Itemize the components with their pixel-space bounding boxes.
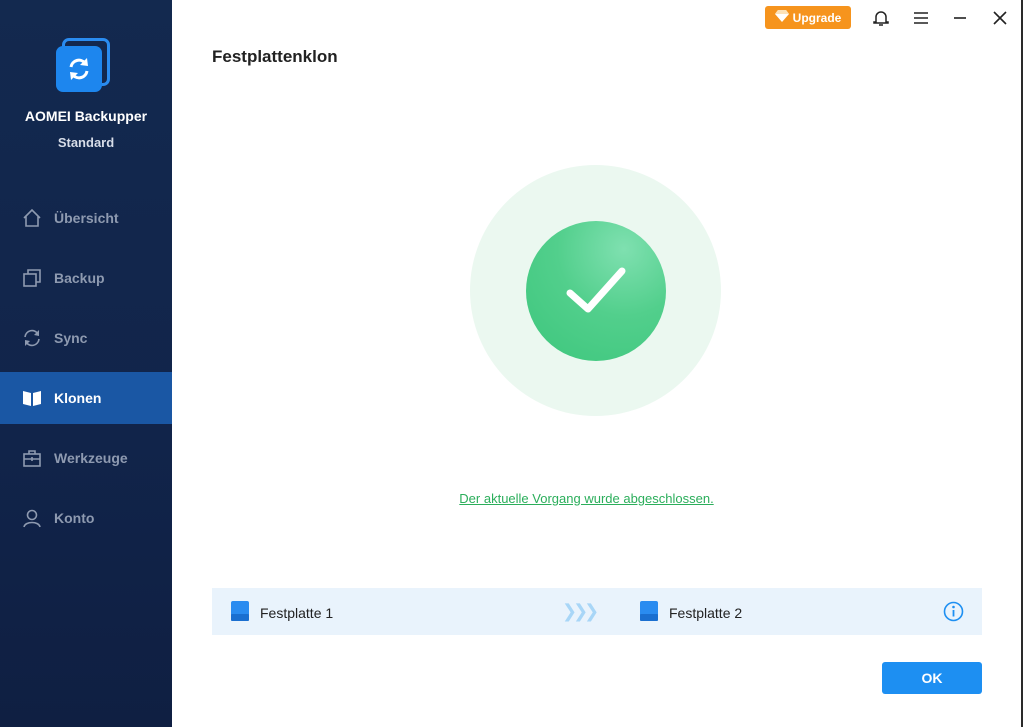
sidebar-item-label: Klonen [54, 390, 102, 406]
page-title: Festplattenklon [212, 47, 338, 66]
sync-icon [22, 328, 42, 348]
backup-icon [22, 268, 42, 288]
disk-summary-bar: Festplatte 1 ❯❯❯ Festplatte 2 [212, 588, 982, 635]
ok-button[interactable]: OK [882, 662, 982, 694]
home-icon [22, 208, 42, 228]
notification-bell-icon[interactable] [870, 7, 892, 29]
sidebar-item-backup[interactable]: Backup [0, 252, 172, 304]
sidebar-item-werkzeuge[interactable]: Werkzeuge [0, 432, 172, 484]
sidebar-item-label: Werkzeuge [54, 450, 128, 466]
status-message-link[interactable]: Der aktuelle Vorgang wurde abgeschlossen… [0, 491, 1023, 506]
upgrade-label: Upgrade [792, 10, 842, 25]
info-icon[interactable] [943, 601, 964, 627]
hard-disk-icon [230, 600, 250, 625]
sidebar-item-sync[interactable]: Sync [0, 312, 172, 364]
source-disk: Festplatte 1 [230, 600, 333, 625]
menu-icon[interactable] [910, 7, 932, 29]
target-disk-label: Festplatte 2 [669, 604, 743, 621]
target-disk: Festplatte 2 [639, 600, 742, 625]
user-icon [22, 508, 42, 528]
success-check-icon [526, 221, 666, 361]
sidebar-item-klonen[interactable]: Klonen [0, 372, 172, 424]
upgrade-button[interactable]: Upgrade [765, 6, 851, 29]
arrow-right-icon: ❯❯❯ [562, 601, 599, 621]
diamond-icon [774, 10, 789, 25]
app-name: AOMEI Backupper [24, 108, 148, 124]
toolbox-icon [22, 448, 42, 468]
minimize-icon[interactable] [949, 7, 971, 29]
app-logo [54, 38, 116, 96]
source-disk-label: Festplatte 1 [260, 604, 334, 621]
sidebar-item-uebersicht[interactable]: Übersicht [0, 192, 172, 244]
sidebar-item-label: Konto [54, 510, 95, 526]
clone-icon [22, 388, 42, 408]
close-icon[interactable] [989, 7, 1011, 29]
app-edition: Standard [57, 135, 115, 150]
hard-disk-icon [639, 600, 659, 625]
sidebar-item-label: Sync [54, 330, 88, 346]
sidebar-item-label: Backup [54, 270, 105, 286]
sidebar-item-label: Übersicht [54, 210, 119, 226]
sidebar: AOMEI Backupper Standard Übersicht Backu… [0, 0, 172, 727]
